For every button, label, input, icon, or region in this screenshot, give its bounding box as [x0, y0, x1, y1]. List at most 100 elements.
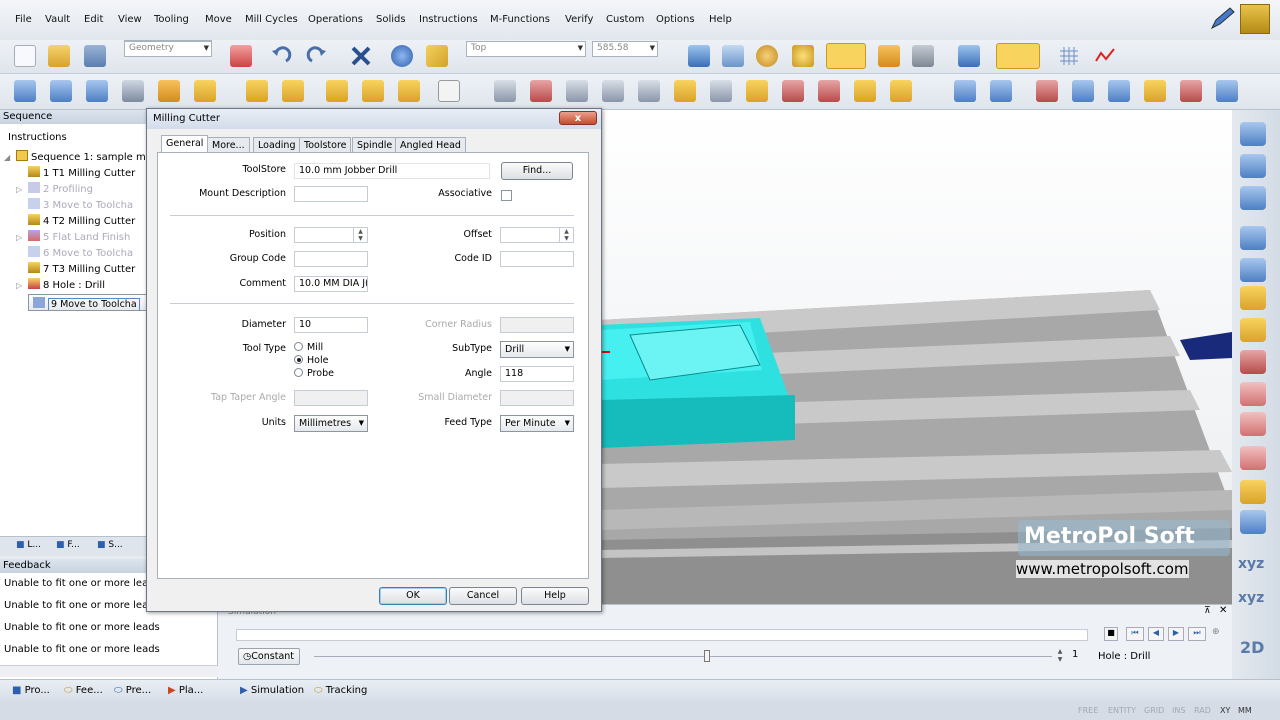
close-icon[interactable]: ✕ [1219, 605, 1227, 616]
tab-feedback[interactable]: ⬭ Fee... [64, 685, 103, 696]
ok-button[interactable]: OK [379, 587, 447, 605]
tree-item-2[interactable]: ▷ 2 Profiling [16, 182, 93, 196]
move-icon[interactable] [86, 80, 108, 102]
tool-view-icon[interactable] [1240, 286, 1266, 310]
expand-icon[interactable]: ▷ [16, 185, 28, 194]
tree-item-9[interactable]: 9 Move to Toolcha [28, 294, 148, 311]
menu-move[interactable]: Move [205, 14, 232, 25]
tab-spindle[interactable]: Spindle [352, 137, 398, 153]
dialog-close-button[interactable]: x [559, 111, 597, 125]
surface-1-icon[interactable] [494, 80, 516, 102]
path-view-icon[interactable] [1240, 480, 1266, 504]
offset-field[interactable]: ▲ ▼ [500, 227, 574, 243]
tab-tracking[interactable]: ⬭ Tracking [314, 685, 367, 696]
associative-checkbox[interactable] [501, 190, 512, 201]
surface-2-icon[interactable] [530, 80, 552, 102]
surface-10-icon[interactable] [818, 80, 840, 102]
tab-playback[interactable]: ▶ Pla... [168, 685, 203, 696]
new-file-icon[interactable] [14, 45, 36, 67]
menu-instructions[interactable]: Instructions [419, 14, 478, 25]
diameter-field[interactable]: 10 [294, 317, 368, 333]
transform-6-icon[interactable] [1144, 80, 1166, 102]
group-code-field[interactable] [294, 251, 368, 267]
bore-icon[interactable] [282, 80, 304, 102]
transform-4-icon[interactable] [1072, 80, 1094, 102]
surface-7-icon[interactable] [710, 80, 732, 102]
spiral-icon[interactable] [1240, 350, 1266, 374]
tree-item-8[interactable]: ▷ 8 Hole : Drill [16, 278, 105, 292]
xyz-axis-1[interactable]: xyz [1238, 556, 1264, 572]
menu-help[interactable]: Help [709, 14, 732, 25]
grid-icon[interactable] [1058, 45, 1080, 67]
angle-field[interactable]: 118 [500, 366, 574, 382]
step-back-button[interactable]: ◀ [1148, 627, 1164, 641]
drill-view-icon[interactable] [1240, 318, 1266, 342]
surface-11-icon[interactable] [854, 80, 876, 102]
block-icon[interactable] [158, 80, 180, 102]
undo-icon[interactable] [270, 45, 292, 67]
pencil-icon[interactable] [1208, 6, 1236, 32]
printer-icon[interactable] [912, 45, 934, 67]
speed-slider-thumb[interactable] [704, 650, 710, 662]
tool-icon[interactable] [194, 80, 216, 102]
layers-view-icon[interactable] [1240, 382, 1266, 406]
help-button[interactable]: Help [521, 587, 589, 605]
toolstore-field[interactable]: 10.0 mm Jobber Drill [294, 163, 490, 179]
cancel-button[interactable]: Cancel [449, 587, 517, 605]
tree-item-5[interactable]: ▷ 5 Flat Land Finish [16, 230, 130, 244]
view-2d-button[interactable]: 2D [1240, 638, 1264, 657]
transform-5-icon[interactable] [1108, 80, 1130, 102]
trophy-icon[interactable] [1240, 4, 1270, 34]
menu-vault[interactable]: Vault [45, 14, 70, 25]
align-icon[interactable] [996, 43, 1040, 69]
tree-item-sequence[interactable]: ◢ Sequence 1: sample m [4, 150, 146, 164]
tab-layers[interactable]: ■ L... [16, 540, 41, 550]
speed-slider-track[interactable] [314, 656, 1052, 657]
code-id-field[interactable] [500, 251, 574, 267]
view-select[interactable]: Top ▼ [466, 41, 586, 57]
surface-8-icon[interactable] [746, 80, 768, 102]
menu-options[interactable]: Options [656, 14, 695, 25]
z-level-select[interactable]: 585.58 ▼ [592, 41, 658, 57]
subtype-select[interactable]: Drill ▼ [500, 341, 574, 358]
geometry-select[interactable]: Geometry ▼ [124, 41, 212, 57]
delete-icon[interactable] [350, 45, 372, 67]
status-grid[interactable]: GRID [1144, 706, 1164, 715]
tab-general[interactable]: General [161, 135, 209, 153]
tab-angled-head[interactable]: Angled Head [395, 137, 466, 153]
expand-icon[interactable]: ◢ [4, 153, 16, 162]
view-top-icon[interactable] [1240, 258, 1266, 282]
pocket-icon[interactable] [326, 80, 348, 102]
status-xy[interactable]: XY [1220, 706, 1230, 715]
progress-track[interactable] [236, 629, 1088, 641]
lead-in-icon[interactable] [14, 80, 36, 102]
play-button[interactable]: ▶ [1168, 627, 1184, 641]
status-ins[interactable]: INS [1172, 706, 1185, 715]
comment-field[interactable]: 10.0 MM DIA J( [294, 276, 368, 292]
radio-probe[interactable]: Probe [294, 368, 334, 379]
tab-preview[interactable]: ⬭ Pre... [114, 685, 151, 696]
rewind-button[interactable]: ⏮ [1126, 627, 1144, 641]
fast-forward-button[interactable]: ⏭ [1188, 627, 1206, 641]
menu-file[interactable]: File [15, 14, 32, 25]
contour-icon[interactable] [362, 80, 384, 102]
contour-view-icon[interactable] [1240, 412, 1266, 436]
face-icon[interactable] [398, 80, 420, 102]
menu-custom[interactable]: Custom [606, 14, 644, 25]
open-folder-icon[interactable] [48, 45, 70, 67]
save-icon[interactable] [84, 45, 106, 67]
transform-2-icon[interactable] [990, 80, 1012, 102]
radio-hole[interactable]: Hole [294, 355, 328, 366]
pick-icon[interactable] [722, 45, 744, 67]
view-right-icon[interactable] [1240, 226, 1266, 250]
info-icon[interactable] [391, 45, 413, 67]
tab-sequence[interactable]: ■ S... [97, 540, 123, 550]
position-field[interactable]: ▲ ▼ [294, 227, 368, 243]
find-button[interactable]: Find... [501, 162, 573, 180]
tree-item-4[interactable]: 4 T2 Milling Cutter [28, 214, 135, 228]
transform-1-icon[interactable] [954, 80, 976, 102]
surface-4-icon[interactable] [602, 80, 624, 102]
redo-icon[interactable] [306, 45, 328, 67]
surface-3-icon[interactable] [566, 80, 588, 102]
expand-icon[interactable]: ▷ [16, 233, 28, 242]
